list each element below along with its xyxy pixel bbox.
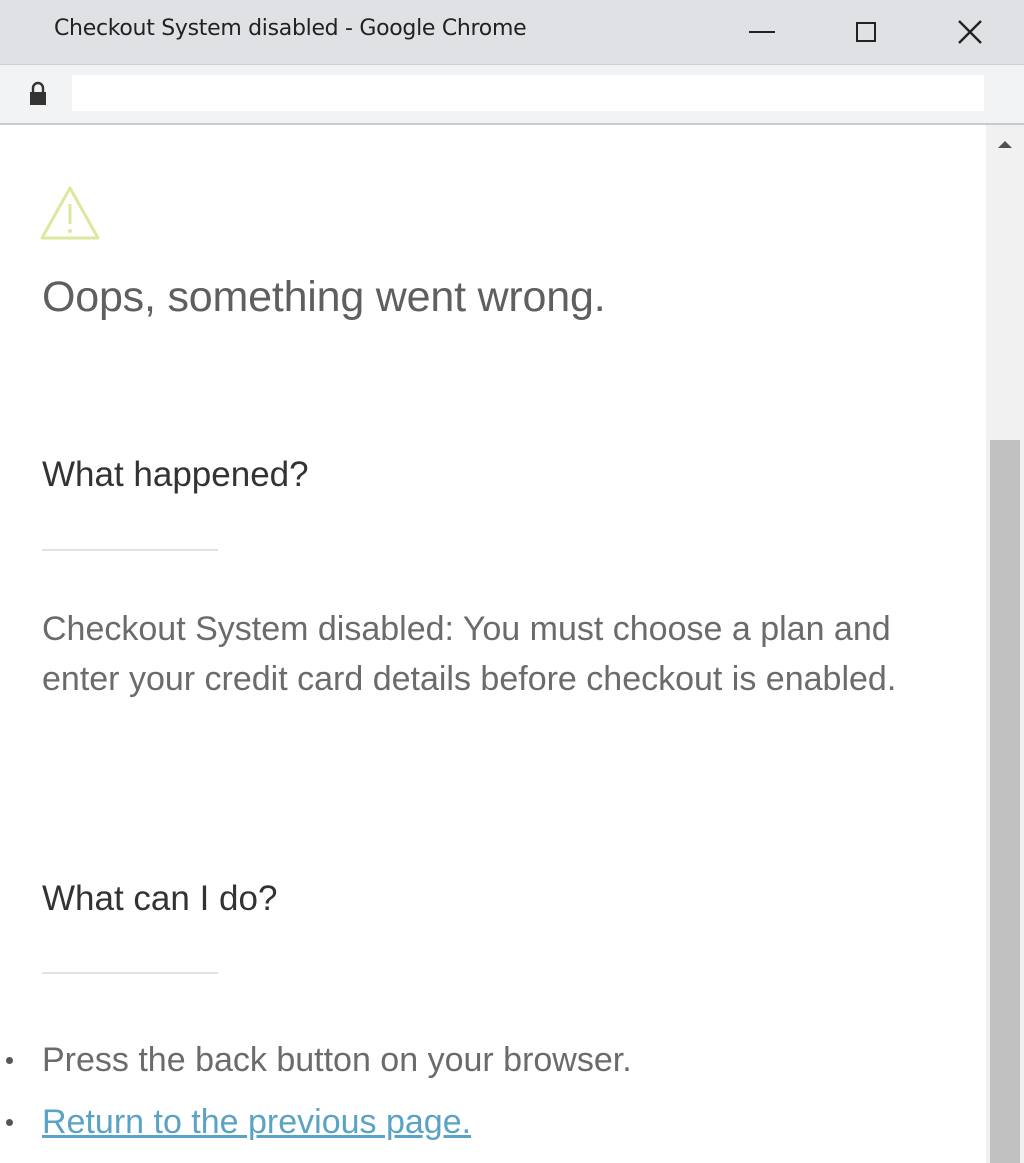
error-message: Checkout System disabled: You must choos… [42,610,897,698]
bullet-icon [6,1057,13,1064]
page-content: Oops, something went wrong. What happene… [0,125,986,1163]
scrollbar-thumb[interactable] [990,440,1020,1163]
title-bar: Checkout System disabled - Google Chrome [0,0,1024,65]
browser-window: Checkout System disabled - Google Chrome… [0,0,1024,1163]
bullet-icon [6,1119,13,1126]
warning-icon [40,186,100,240]
url-field[interactable] [72,75,984,111]
maximize-icon [856,22,876,42]
maximize-button[interactable] [816,0,916,64]
section-divider [42,972,218,974]
error-heading: Oops, something went wrong. [42,273,606,321]
minimize-button[interactable] [712,0,812,64]
action-list: Press the back button on your browser. R… [0,1029,632,1153]
close-icon [958,20,982,44]
window-title: Checkout System disabled - Google Chrome [54,16,527,41]
minimize-icon [749,31,775,33]
list-item: Return to the previous page. [0,1091,632,1153]
what-happened-title: What happened? [42,455,309,494]
lock-icon[interactable] [28,81,48,107]
list-item: Press the back button on your browser. [0,1029,632,1091]
vertical-scrollbar[interactable] [986,125,1024,1163]
section-divider [42,549,218,551]
what-can-i-do-title: What can I do? [42,879,278,918]
return-previous-page-link[interactable]: Return to the previous page. [42,1103,471,1141]
arrow-up-icon [998,140,1012,148]
scroll-up-button[interactable] [986,125,1024,163]
close-button[interactable] [920,0,1020,64]
address-bar [0,65,1024,125]
back-button-hint: Press the back button on your browser. [42,1041,632,1079]
